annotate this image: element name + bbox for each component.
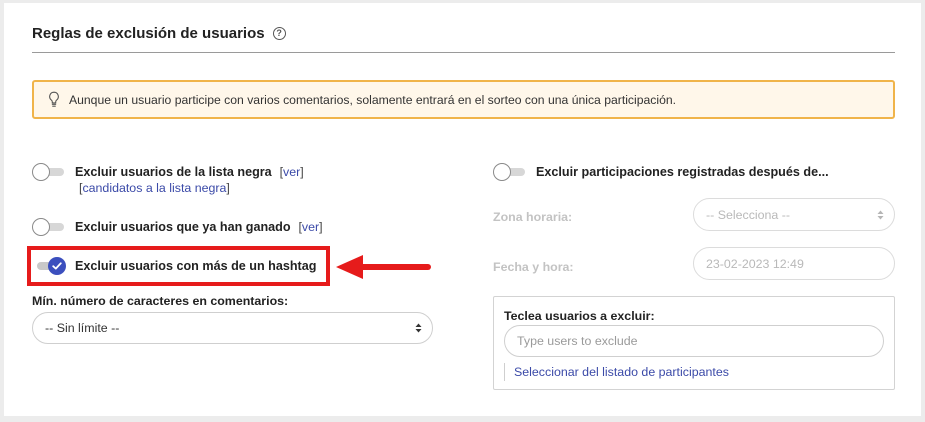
- timezone-value: -- Selecciona --: [706, 207, 791, 222]
- datetime-label: Fecha y hora:: [493, 260, 574, 274]
- select-updown-icon: [877, 210, 884, 219]
- blacklist-candidates-link[interactable]: candidatos a la lista negra: [82, 181, 226, 195]
- exclude-users-label: Teclea usuarios a excluir:: [504, 309, 655, 323]
- winners-label: Excluir usuarios que ya han ganado: [75, 220, 291, 234]
- winners-toggle[interactable]: [32, 218, 65, 236]
- after-date-toggle[interactable]: [493, 163, 526, 181]
- after-date-label: Excluir participaciones registradas desp…: [536, 165, 829, 179]
- exclude-users-box: Teclea usuarios a excluir: Seleccionar d…: [493, 296, 895, 390]
- min-chars-label: Mín. número de caracteres en comentarios…: [32, 294, 289, 308]
- notice-text: Aunque un usuario participe con varios c…: [69, 92, 677, 107]
- min-chars-label-wrap: Mín. número de caracteres en comentarios…: [32, 292, 288, 310]
- datetime-input[interactable]: 23-02-2023 12:49: [693, 247, 895, 280]
- timezone-label: Zona horaria:: [493, 210, 573, 224]
- lightbulb-icon: [49, 91, 59, 107]
- blacklist-candidates: [candidatos a la lista negra]: [79, 181, 230, 195]
- datetime-value: 23-02-2023 12:49: [706, 256, 804, 271]
- exclude-users-input[interactable]: [504, 325, 884, 357]
- blacklist-view-link[interactable]: ver: [283, 165, 300, 179]
- timezone-select[interactable]: -- Selecciona --: [693, 198, 895, 231]
- section-title: Reglas de exclusión de usuarios: [32, 25, 265, 42]
- exclusion-rules-card: Reglas de exclusión de usuarios ? Aunque…: [4, 3, 921, 416]
- participants-link-wrap: Seleccionar del listado de participantes: [504, 363, 729, 381]
- min-chars-select[interactable]: -- Sin límite --: [32, 312, 433, 344]
- info-notice: Aunque un usuario participe con varios c…: [32, 80, 895, 119]
- pointer-arrow-icon: [336, 255, 431, 279]
- blacklist-label: Excluir usuarios de la lista negra: [75, 165, 272, 179]
- after-date-option: Excluir participaciones registradas desp…: [536, 163, 829, 181]
- min-chars-value: -- Sin límite --: [45, 321, 120, 335]
- select-updown-icon: [415, 323, 422, 333]
- section-header: Reglas de exclusión de usuarios ?: [32, 25, 286, 42]
- timezone-label-wrap: Zona horaria:: [493, 208, 572, 226]
- winners-view-link[interactable]: ver: [302, 220, 319, 234]
- highlight-box: [27, 246, 330, 286]
- select-from-participants-link[interactable]: Seleccionar del listado de participantes: [514, 365, 729, 379]
- title-divider: [32, 52, 895, 53]
- winners-option: Excluir usuarios que ya han ganado [ver]: [75, 220, 323, 234]
- question-circle-icon[interactable]: ?: [272, 27, 286, 40]
- datetime-label-wrap: Fecha y hora:: [493, 258, 574, 276]
- exclude-users-label-wrap: Teclea usuarios a excluir:: [504, 307, 655, 325]
- blacklist-toggle[interactable]: [32, 163, 65, 181]
